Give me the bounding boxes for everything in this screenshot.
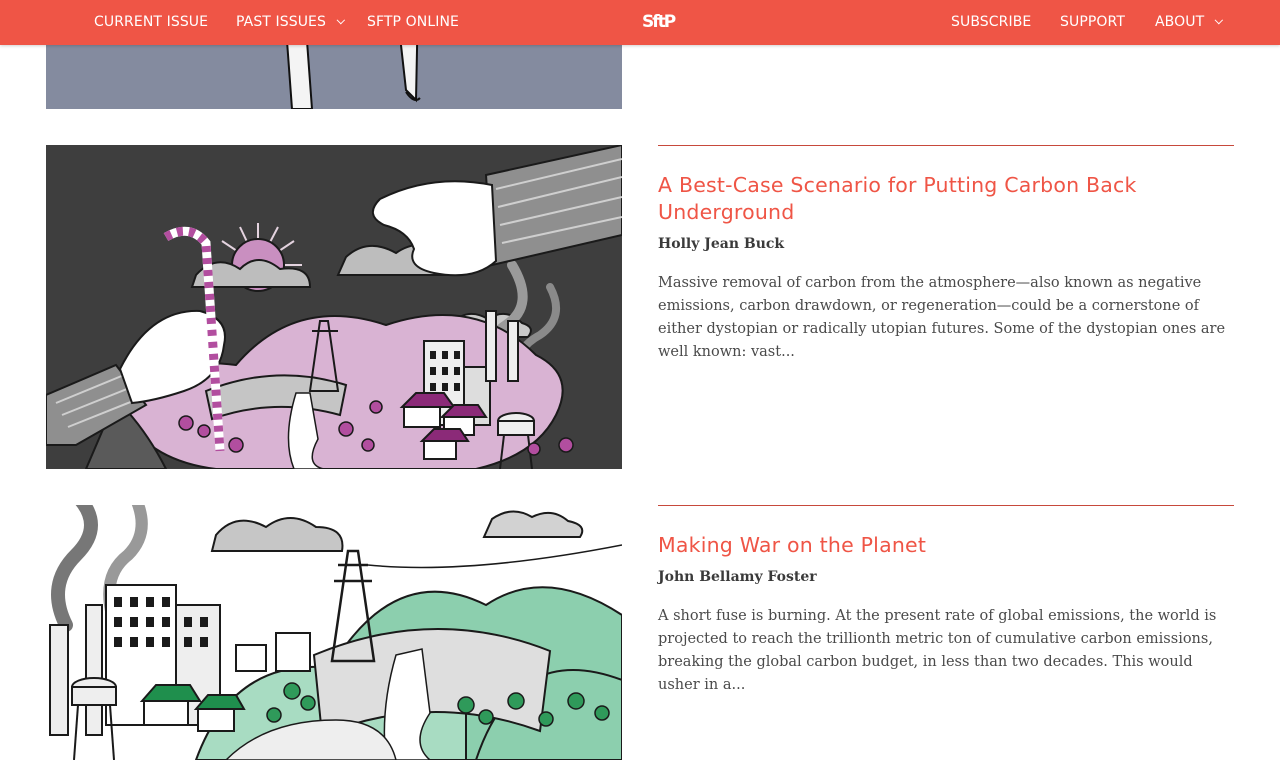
article-title[interactable]: Making War on the Planet [658, 532, 1218, 559]
nav-sftp-online[interactable]: SFTP ONLINE [367, 0, 459, 45]
nav-past-issues-label: PAST ISSUES [236, 14, 326, 30]
article-image[interactable] [46, 505, 622, 760]
nav-about[interactable]: ABOUT [1155, 0, 1224, 45]
chevron-down-icon [336, 15, 346, 25]
top-navigation-bar: CURRENT ISSUE PAST ISSUES SFTP ONLINE Sf… [0, 0, 1280, 45]
article-divider [658, 145, 1234, 146]
chevron-down-icon [1214, 15, 1224, 25]
nav-past-issues[interactable]: PAST ISSUES [236, 0, 346, 45]
nav-current-issue[interactable]: CURRENT ISSUE [94, 0, 208, 45]
article-image[interactable] [46, 145, 622, 469]
article-excerpt: Massive removal of carbon from the atmos… [658, 275, 1226, 360]
site-logo[interactable]: SftP [642, 9, 676, 35]
article-title[interactable]: A Best-Case Scenario for Putting Carbon … [658, 172, 1218, 226]
nav-support[interactable]: SUPPORT [1060, 0, 1125, 45]
article-excerpt: A short fuse is burning. At the present … [658, 608, 1217, 693]
article-author[interactable]: John Bellamy Foster [658, 569, 817, 585]
nav-subscribe[interactable]: SUBSCRIBE [951, 0, 1031, 45]
article-author[interactable]: Holly Jean Buck [658, 236, 784, 252]
article-divider [658, 505, 1234, 506]
nav-about-label: ABOUT [1155, 14, 1205, 30]
